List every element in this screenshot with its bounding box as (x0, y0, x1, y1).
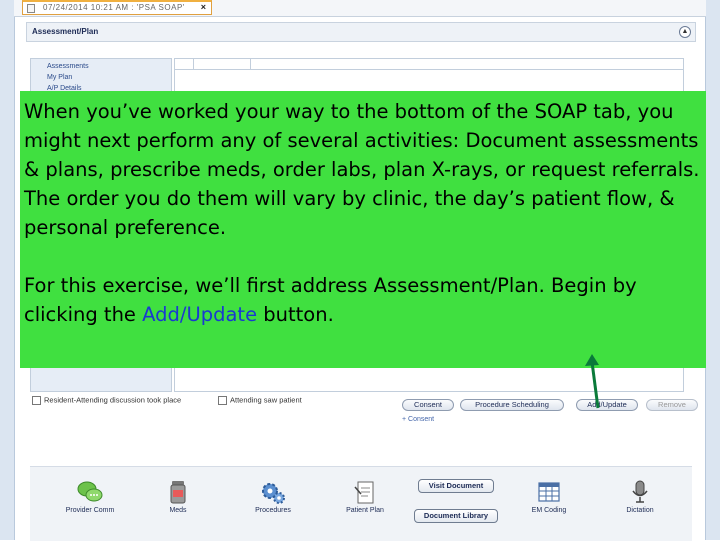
patient-plan-button[interactable]: Patient Plan (335, 478, 395, 515)
pointer-arrow (585, 354, 600, 409)
resident-attending-checkbox-row[interactable]: Resident-Attending discussion took place (32, 395, 181, 405)
add-update-highlight: Add/Update (142, 303, 258, 326)
tab-strip: 07/24/2014 10:21 AM : 'PSA SOAP' × (14, 0, 706, 17)
document-icon (27, 4, 35, 13)
attending-saw-patient-checkbox[interactable] (218, 395, 227, 405)
remove-button[interactable]: Remove (646, 399, 698, 411)
document-library-button[interactable]: Document Library (414, 509, 498, 523)
table-header (175, 59, 683, 70)
instruction-overlay: When you’ve worked your way to the botto… (20, 91, 706, 368)
microphone-icon (632, 480, 648, 503)
chat-bubbles-icon (77, 481, 103, 502)
procedures-button[interactable]: Procedures (243, 478, 303, 515)
instruction-paragraph-2: For this exercise, we’ll first address A… (24, 271, 702, 329)
left-frame (0, 0, 15, 540)
spreadsheet-icon (538, 482, 560, 502)
patient-plan-label: Patient Plan (346, 507, 384, 514)
tab-label: 07/24/2014 10:21 AM : 'PSA SOAP' (43, 3, 185, 12)
section-header: Assessment/Plan ▲ (26, 22, 696, 42)
consent-button[interactable]: Consent (402, 399, 454, 411)
instruction-paragraph-1: When you’ve worked your way to the botto… (24, 100, 700, 239)
close-icon[interactable]: × (201, 2, 206, 12)
meds-label: Meds (169, 507, 187, 514)
column-divider (250, 59, 251, 69)
clipboard-icon (354, 481, 374, 504)
pill-bottle-icon (170, 481, 186, 504)
column-divider (193, 59, 194, 69)
tab-soap-note[interactable]: 07/24/2014 10:21 AM : 'PSA SOAP' × (22, 0, 212, 15)
meds-button[interactable]: Meds (148, 478, 208, 515)
resident-attending-label: Resident-Attending discussion took place (44, 395, 182, 405)
nav-item-my-plan[interactable]: My Plan (47, 74, 72, 81)
procedure-scheduling-button[interactable]: Procedure Scheduling (460, 399, 564, 411)
attending-saw-patient-label: Attending saw patient (230, 395, 302, 405)
em-coding-button[interactable]: EM Coding (519, 478, 579, 515)
em-coding-label: EM Coding (531, 507, 567, 514)
collapse-button[interactable]: ▲ (679, 26, 691, 38)
dictation-label: Dictation (626, 507, 654, 514)
dictation-button[interactable]: Dictation (610, 478, 670, 515)
section-title: Assessment/Plan (32, 27, 99, 36)
provider-comm-label: Provider Comm (65, 507, 115, 514)
visit-document-button[interactable]: Visit Document (418, 479, 494, 493)
right-frame (705, 0, 720, 540)
nav-item-assessments[interactable]: Assessments (47, 63, 89, 70)
resident-attending-checkbox[interactable] (32, 395, 41, 405)
add-consent-link[interactable]: + Consent (402, 416, 434, 423)
procedures-label: Procedures (255, 507, 291, 514)
provider-comm-button[interactable]: Provider Comm (60, 478, 120, 515)
instruction-text: When you’ve worked your way to the botto… (24, 97, 702, 329)
attending-saw-patient-checkbox-row[interactable]: Attending saw patient (218, 395, 302, 405)
gears-icon (262, 483, 285, 504)
instruction-text-post: button. (257, 303, 334, 326)
